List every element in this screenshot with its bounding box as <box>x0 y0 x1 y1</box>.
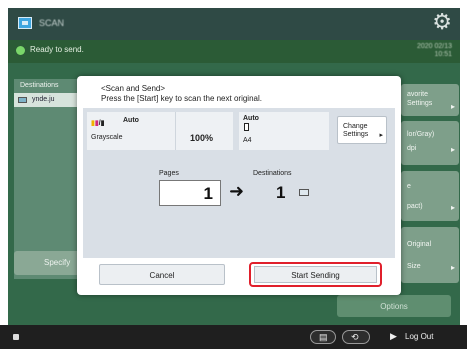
file-format-label-2: pact) <box>407 203 423 210</box>
status-date: 2020 02/13 <box>416 43 452 50</box>
chevron-right-icon: ▸ <box>379 132 383 139</box>
status-dot-icon <box>16 46 25 55</box>
destinations-header: Destinations <box>20 82 59 89</box>
start-sending-button[interactable]: Start Sending <box>254 266 377 283</box>
cancel-button[interactable]: Cancel <box>99 264 225 285</box>
destination-icon <box>299 189 309 196</box>
gear-icon[interactable]: ⚙ <box>432 11 452 33</box>
dialog-body: ▮▮/▮ Auto Grayscale 100% Auto A4 Change … <box>83 108 395 258</box>
change-settings-line-2: Settings <box>343 131 369 138</box>
chevron-right-icon: ▸ <box>450 102 455 111</box>
color-resolution-label-2: dpi <box>407 145 417 152</box>
zoom-setting: 100% <box>175 112 233 150</box>
logout-icon[interactable]: ▶ <box>390 331 397 342</box>
status-bar: Ready to send. 2020 02/13 10:51 <box>8 40 460 63</box>
network-icon: ⟲ <box>351 332 359 342</box>
destinations-count: 1 <box>276 183 286 202</box>
arrow-right-icon: ➜ <box>229 181 245 201</box>
change-settings-button[interactable]: Change Settings ▸ <box>337 116 387 144</box>
network-button[interactable]: ⟲ <box>342 330 370 344</box>
original-size-button[interactable]: Original Size ▸ <box>401 227 459 283</box>
favorite-settings-label-1: avorite <box>407 91 429 98</box>
logout-button[interactable]: Log Out <box>405 332 433 341</box>
file-format-label-1: e <box>407 183 411 190</box>
paper-icon <box>244 123 249 131</box>
change-settings-label: Change Settings <box>343 123 368 139</box>
paper-size-label: A4 <box>243 137 252 144</box>
dialog-title: <Scan and Send> <box>101 84 166 93</box>
chevron-right-icon: ▸ <box>450 203 455 212</box>
color-mode-icon: ▮▮/▮ <box>91 120 105 127</box>
color-mode-label: Grayscale <box>91 134 123 141</box>
color-resolution-button[interactable]: lor/Gray) dpi ▸ <box>401 121 459 165</box>
favorite-settings-button[interactable]: avorite Settings ▸ <box>401 84 459 116</box>
file-format-button[interactable]: e pact) ▸ <box>401 171 459 221</box>
chevron-right-icon: ▸ <box>450 263 455 272</box>
counter-icon: ▤ <box>319 332 328 342</box>
stop-icon[interactable] <box>13 334 19 340</box>
chevron-right-icon: ▸ <box>450 145 455 154</box>
original-size-label-1: Original <box>407 241 432 248</box>
size-auto-label: Auto <box>243 115 259 122</box>
destinations-caption: Destinations <box>253 170 292 177</box>
favorite-settings-label-2: Settings <box>407 100 433 107</box>
start-sending-highlight: Start Sending <box>249 262 382 287</box>
paper-size-setting: Auto A4 <box>239 112 329 150</box>
destinations-panel: Destinations ynde.ju <box>14 79 84 279</box>
app-title: SCAN <box>39 18 65 28</box>
cancel-label: Cancel <box>149 271 175 280</box>
dialog-instruction: Press the [Start] key to scan the next o… <box>101 94 262 103</box>
specify-label: Specify <box>44 258 71 267</box>
change-settings-line-1: Change <box>343 123 368 130</box>
destination-list-item[interactable]: ynde.ju <box>14 93 84 107</box>
app-icon <box>18 17 32 29</box>
pages-caption: Pages <box>159 170 179 177</box>
status-time: 2020 02/13 10:51 <box>417 43 452 59</box>
destination-address: ynde.ju <box>32 96 55 103</box>
pages-count: 1 <box>203 184 213 203</box>
scan-and-send-dialog: <Scan and Send> Press the [Start] key to… <box>77 76 401 295</box>
color-resolution-label-1: lor/Gray) <box>407 131 435 138</box>
specify-button[interactable]: Specify <box>14 251 84 275</box>
options-button[interactable]: Options <box>337 295 451 317</box>
settings-summary: ▮▮/▮ Auto Grayscale 100% Auto A4 Change … <box>83 108 395 154</box>
zoom-label: 100% <box>190 133 214 143</box>
start-sending-label: Start Sending <box>291 271 340 280</box>
counter-button[interactable]: ▤ <box>310 330 336 344</box>
top-bar: SCAN ⚙ <box>8 8 460 40</box>
original-size-label-2: Size <box>407 263 421 270</box>
status-message: Ready to send. <box>30 45 84 54</box>
status-clock: 10:51 <box>434 51 452 58</box>
color-mode-setting: ▮▮/▮ Auto Grayscale <box>87 112 175 150</box>
options-label: Options <box>380 302 408 311</box>
color-auto-label: Auto <box>123 117 139 124</box>
bottom-bar: ▤ ⟲ ▶ Log Out <box>0 325 467 349</box>
screen: SCAN ⚙ Ready to send. 2020 02/13 10:51 D… <box>0 0 467 349</box>
pages-count-box: 1 <box>159 180 221 206</box>
destination-icon <box>18 97 27 103</box>
